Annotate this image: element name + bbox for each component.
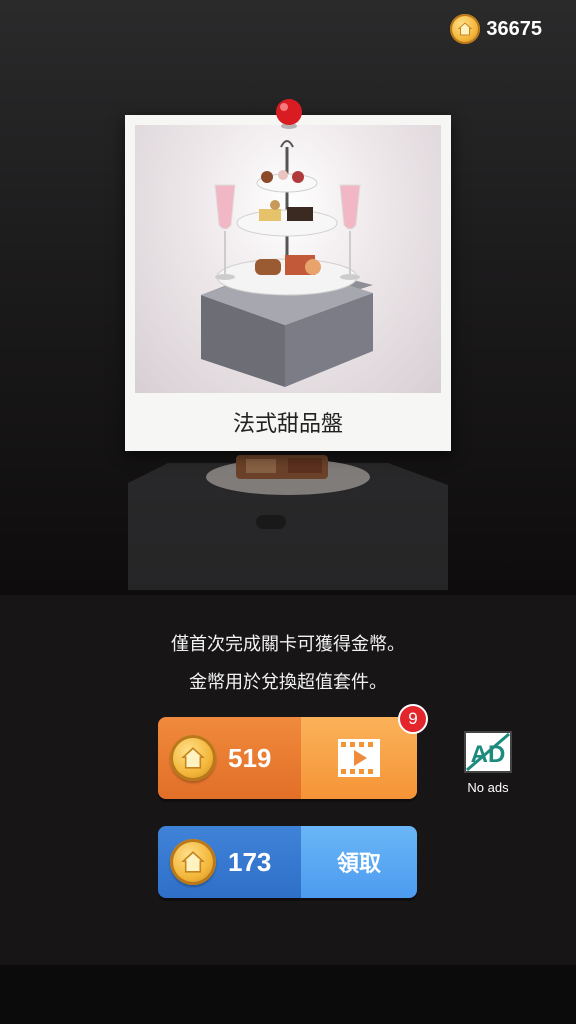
info-coin-usage: 金幣用於兌換超值套件。: [189, 672, 387, 693]
watch-video-reward-button[interactable]: 519: [158, 717, 417, 799]
claim-amount-panel: 173: [158, 826, 301, 898]
background-bottom: [0, 965, 576, 1024]
info-first-clear: 僅首次完成關卡可獲得金幣。: [171, 634, 405, 655]
coin-total: 36675: [486, 17, 542, 40]
coin-counter: 36675: [450, 14, 542, 44]
video-reward-amount-panel: 519: [158, 717, 301, 799]
home-coin-icon: [450, 14, 481, 44]
no-ads-button[interactable]: AD No ads: [458, 730, 518, 795]
home-coin-icon: [170, 839, 216, 885]
claim-reward-button[interactable]: 173 領取: [158, 826, 417, 898]
dessert-card[interactable]: 法式甜品盤: [125, 115, 451, 451]
dessert-reflection: [128, 455, 448, 590]
claim-label: 領取: [336, 852, 381, 877]
home-coin-icon: [170, 735, 216, 781]
video-reward-amount: 519: [228, 742, 272, 773]
video-reward-action[interactable]: [301, 717, 417, 799]
video-count-badge: 9: [398, 704, 428, 734]
play-video-icon: [338, 739, 380, 777]
no-ads-label: No ads: [467, 780, 509, 795]
no-ads-icon: AD: [464, 731, 512, 773]
card-caption: 法式甜品盤: [232, 412, 343, 437]
dessert-photo: [135, 125, 441, 393]
claim-action[interactable]: 領取: [301, 826, 417, 898]
claim-amount: 173: [228, 846, 272, 877]
pushpin-icon: [276, 99, 302, 129]
